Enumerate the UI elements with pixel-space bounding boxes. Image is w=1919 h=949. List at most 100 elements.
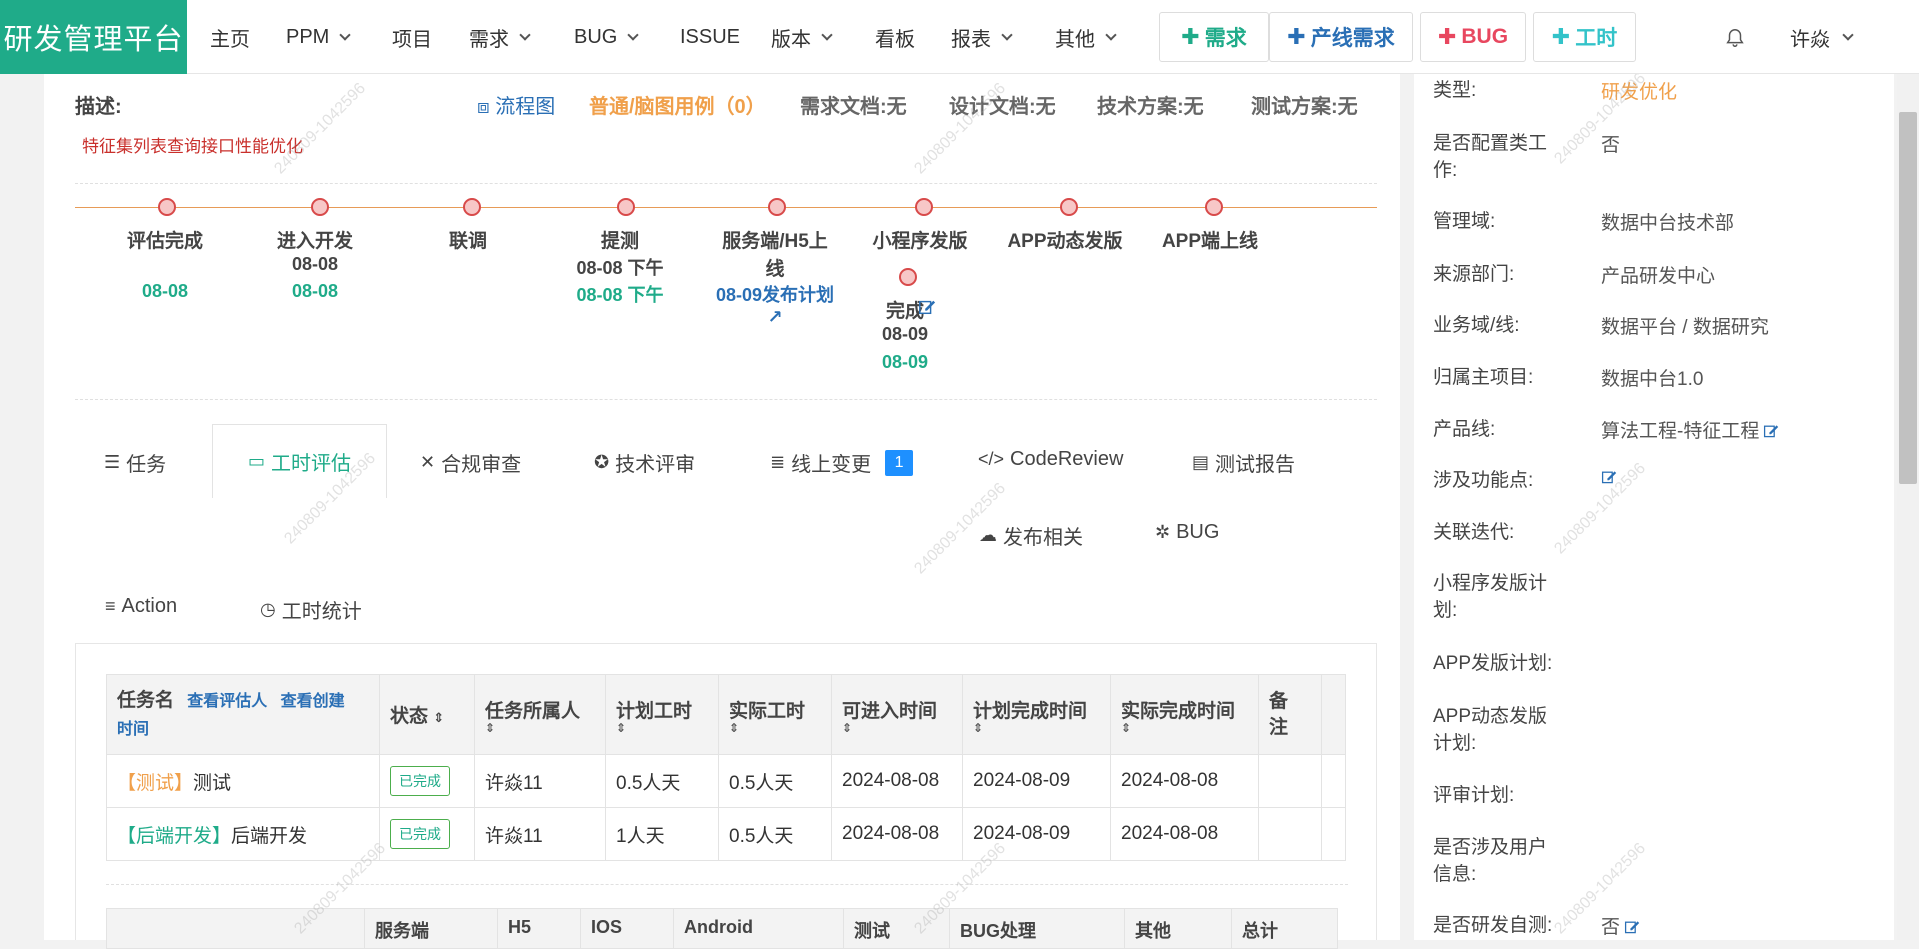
th-plan-hours[interactable]: 计划工时 ⇕ xyxy=(605,674,719,755)
tab-compliance-label: 合规审查 xyxy=(441,454,522,476)
tab-tech-review[interactable]: ✪ 技术评审 xyxy=(594,448,695,477)
th-actual-done-label: 实际完成时间 xyxy=(1121,701,1236,722)
th-task-name-label: 任务名 xyxy=(117,689,175,711)
th-owner-label: 任务所属人 xyxy=(485,701,581,722)
info-label: 类型: xyxy=(1433,80,1477,101)
view-assessor-link[interactable]: 查看评估人 xyxy=(187,693,267,710)
tab-online-change[interactable]: ≣ 线上变更 1 xyxy=(770,448,914,477)
sort-icon[interactable]: ⇕ xyxy=(973,722,1100,734)
tab-worktime-estimate[interactable]: ▭ 工时评估 xyxy=(212,424,387,498)
add-bug-button[interactable]: ✚ BUG xyxy=(1420,12,1526,62)
self-test-value: 否 xyxy=(1601,912,1640,939)
timeline-step-actual: 08-09 xyxy=(881,352,929,372)
info-value: 产品研发中心 xyxy=(1601,266,1716,287)
nav-issue[interactable]: ISSUE xyxy=(680,0,740,74)
list-icon: ≡ xyxy=(105,596,116,616)
nav-kanban[interactable]: 看板 xyxy=(875,0,915,74)
nav-home[interactable]: 主页 xyxy=(210,0,250,74)
info-label: 来源部门: xyxy=(1433,264,1515,285)
th-plan-done[interactable]: 计划完成时间 ⇕ xyxy=(962,674,1111,755)
tab-compliance[interactable]: ✕ 合规审查 xyxy=(420,448,521,477)
add-worktime-button[interactable]: ✚ 工时 xyxy=(1533,12,1636,62)
tab-bug[interactable]: ✲ BUG xyxy=(1155,521,1219,544)
table-row[interactable]: 【后端开发】后端开发 已完成 许焱11 1人天 0.5人天 2024-08-08… xyxy=(106,807,1346,861)
info-value: 否 xyxy=(1601,135,1621,156)
task-type-tag: 【测试】 xyxy=(117,772,194,794)
test-case-link[interactable]: 普通/脑图用例（0） xyxy=(589,90,766,119)
count-badge: 1 xyxy=(885,449,914,476)
scrollbar-thumb[interactable] xyxy=(1899,112,1917,484)
th-actual-hours[interactable]: 实际工时 ⇕ xyxy=(718,674,832,755)
nav-bug[interactable]: BUG xyxy=(574,0,640,74)
sort-icon[interactable]: ⇕ xyxy=(842,722,952,734)
nav-version-label: 版本 xyxy=(771,28,811,51)
add-product-requirement-button[interactable]: ✚ 产线需求 xyxy=(1269,12,1413,62)
th-test: 测试 xyxy=(843,908,950,949)
doc-test-plan-label: 测试方案: xyxy=(1251,96,1338,118)
add-requirement-button[interactable]: ✚ 需求 xyxy=(1159,12,1269,62)
status-badge: 已完成 xyxy=(390,766,450,796)
task-name: 测试 xyxy=(193,772,232,794)
th-enter-time[interactable]: 可进入时间 ⇕ xyxy=(831,674,963,755)
nav-project[interactable]: 项目 xyxy=(392,0,432,74)
info-label: 管理域: xyxy=(1433,211,1496,232)
sort-icon[interactable]: ⇕ xyxy=(433,710,444,725)
sort-icon[interactable]: ⇕ xyxy=(1121,722,1248,734)
subtab-worktime-stats[interactable]: ◷ 工时统计 xyxy=(260,595,362,624)
timeline-dot xyxy=(617,198,635,216)
view-created-time-link[interactable]: 查看创建 xyxy=(281,693,345,710)
nav-requirement[interactable]: 需求 xyxy=(469,0,531,74)
tab-code-review[interactable]: </> CodeReview xyxy=(978,448,1123,471)
worktime-table: 任务名 查看评估人 查看创建 时间 状态 ⇕ 任务所属人 ⇕ 计划工时 ⇕ 实际工时… xyxy=(106,674,1346,861)
view-created-time-link-cont[interactable]: 时间 xyxy=(117,721,149,738)
th-bug-handling: BUG处理 xyxy=(949,908,1125,949)
subtab-action[interactable]: ≡ Action xyxy=(105,595,177,618)
chevron-down-icon xyxy=(1105,28,1117,41)
nav-ppm[interactable]: PPM xyxy=(286,0,352,74)
add-bug-label: BUG xyxy=(1461,25,1509,48)
edit-icon[interactable] xyxy=(1601,469,1617,485)
sort-icon[interactable]: ⇕ xyxy=(616,722,708,734)
edit-icon[interactable] xyxy=(1763,423,1779,439)
th-remark: 备注 xyxy=(1258,674,1322,755)
add-requirement-label: 需求 xyxy=(1204,27,1247,50)
cell-status: 已完成 xyxy=(379,807,475,861)
timeline-dot xyxy=(915,198,933,216)
doc-design-label: 设计文档: xyxy=(949,96,1036,118)
th-status[interactable]: 状态 ⇕ xyxy=(379,674,475,755)
tab-tasks[interactable]: ☰ 任务 xyxy=(104,448,166,477)
table-row[interactable]: 【测试】测试 已完成 许焱11 0.5人天 0.5人天 2024-08-08 2… xyxy=(106,754,1346,808)
edit-icon[interactable] xyxy=(1624,919,1640,935)
th-enter-time-label: 可进入时间 xyxy=(842,701,938,722)
brand-logo[interactable]: 研发管理平台 xyxy=(0,0,187,74)
info-label: 小程序发版计划: xyxy=(1433,573,1548,621)
nav-report[interactable]: 报表 xyxy=(951,0,1013,74)
info-value: 研发优化 xyxy=(1601,82,1678,103)
tab-test-report-label: 测试报告 xyxy=(1215,454,1296,476)
timeline-step-label: 小程序发版 xyxy=(872,231,968,252)
tab-online-change-label: 线上变更 xyxy=(791,454,872,476)
th-owner[interactable]: 任务所属人 ⇕ xyxy=(474,674,606,755)
share-icon[interactable]: ↗ xyxy=(760,307,790,328)
info-panel xyxy=(1414,74,1894,940)
flowchart-link[interactable]: ⧈ 流程图 xyxy=(477,90,555,119)
clock-icon: ◷ xyxy=(260,599,276,619)
tab-test-report[interactable]: ▤ 测试报告 xyxy=(1192,448,1295,477)
tab-release[interactable]: ☁ 发布相关 xyxy=(979,521,1083,550)
info-label: 关联迭代: xyxy=(1433,522,1515,543)
info-label: 归属主项目: xyxy=(1433,367,1534,388)
release-plan-link[interactable]: 08-09发布计划 xyxy=(700,281,850,307)
cell-owner: 许焱11 xyxy=(474,807,606,861)
sort-icon[interactable]: ⇕ xyxy=(485,722,595,734)
bell-icon[interactable] xyxy=(1724,27,1746,49)
th-actual-done[interactable]: 实际完成时间 ⇕ xyxy=(1110,674,1259,755)
edit-icon[interactable] xyxy=(918,298,936,316)
tab-code-review-label: CodeReview xyxy=(1010,448,1124,470)
product-line-value: 算法工程-特征工程 xyxy=(1601,416,1779,443)
user-menu[interactable]: 许焱 xyxy=(1790,0,1854,74)
chevron-down-icon xyxy=(1842,28,1854,41)
sort-icon[interactable]: ⇕ xyxy=(729,722,821,734)
nav-project-label: 项目 xyxy=(392,28,432,51)
nav-version[interactable]: 版本 xyxy=(771,0,833,74)
nav-other[interactable]: 其他 xyxy=(1055,0,1117,74)
